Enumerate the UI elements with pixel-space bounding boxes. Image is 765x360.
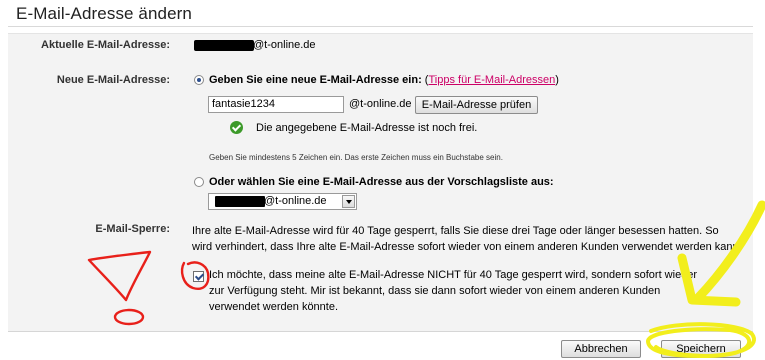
suggestion-redacted: [215, 196, 265, 207]
cancel-button[interactable]: Abbrechen: [561, 340, 641, 358]
chevron-down-icon[interactable]: [342, 195, 355, 208]
tips-link-close: ): [555, 74, 559, 86]
title-divider: [8, 26, 753, 27]
new-email-label: Neue E-Mail-Adresse:: [56, 74, 170, 86]
new-email-input[interactable]: fantasie1234: [208, 96, 344, 113]
suggestion-domain: @t-online.de: [264, 195, 327, 207]
current-email-label: Aktuelle E-Mail-Adresse:: [41, 39, 170, 51]
current-email-redacted: [194, 40, 254, 51]
radio-enter-new-email[interactable]: [194, 75, 204, 85]
tips-link[interactable]: Tipps für E-Mail-Adressen: [428, 74, 555, 86]
availability-message: Die angegebene E-Mail-Adresse ist noch f…: [256, 122, 478, 134]
choose-suggestion-label: Oder wählen Sie eine E-Mail-Adresse aus …: [209, 176, 554, 188]
lock-description-line1: Ihre alte E-Mail-Adresse wird für 40 Tag…: [192, 225, 719, 237]
check-circle-icon: [230, 121, 243, 134]
page-title: E-Mail-Adresse ändern: [16, 4, 192, 23]
suggestion-select[interactable]: @t-online.de: [208, 193, 357, 210]
lock-description-line2: wird verhindert, dass Ihre alte E-Mail-A…: [192, 241, 742, 253]
opt-out-line3: verwendet werden könnte.: [209, 301, 339, 313]
enter-new-email-option: Geben Sie eine neue E-Mail-Adresse ein: …: [209, 74, 559, 86]
current-email-domain: @t-online.de: [253, 39, 316, 51]
radio-choose-suggestion[interactable]: [194, 177, 204, 187]
new-email-domain: @t-online.de: [349, 98, 412, 110]
enter-new-email-label: Geben Sie eine neue E-Mail-Adresse ein:: [209, 74, 422, 86]
input-hint: Geben Sie mindestens 5 Zeichen ein. Das …: [209, 153, 503, 162]
opt-out-line1: Ich möchte, dass meine alte E-Mail-Adres…: [209, 269, 698, 281]
lock-description: Ihre alte E-Mail-Adresse wird für 40 Tag…: [192, 223, 742, 255]
check-email-button[interactable]: E-Mail-Adresse prüfen: [415, 96, 538, 114]
opt-out-lock-checkbox[interactable]: [193, 271, 204, 282]
email-lock-label: E-Mail-Sperre:: [95, 223, 170, 235]
save-button[interactable]: Speichern: [661, 340, 741, 358]
opt-out-line2: zur Verfügung steht. Mir ist bekannt, da…: [209, 285, 661, 297]
opt-out-text: Ich möchte, dass meine alte E-Mail-Adres…: [209, 267, 697, 315]
